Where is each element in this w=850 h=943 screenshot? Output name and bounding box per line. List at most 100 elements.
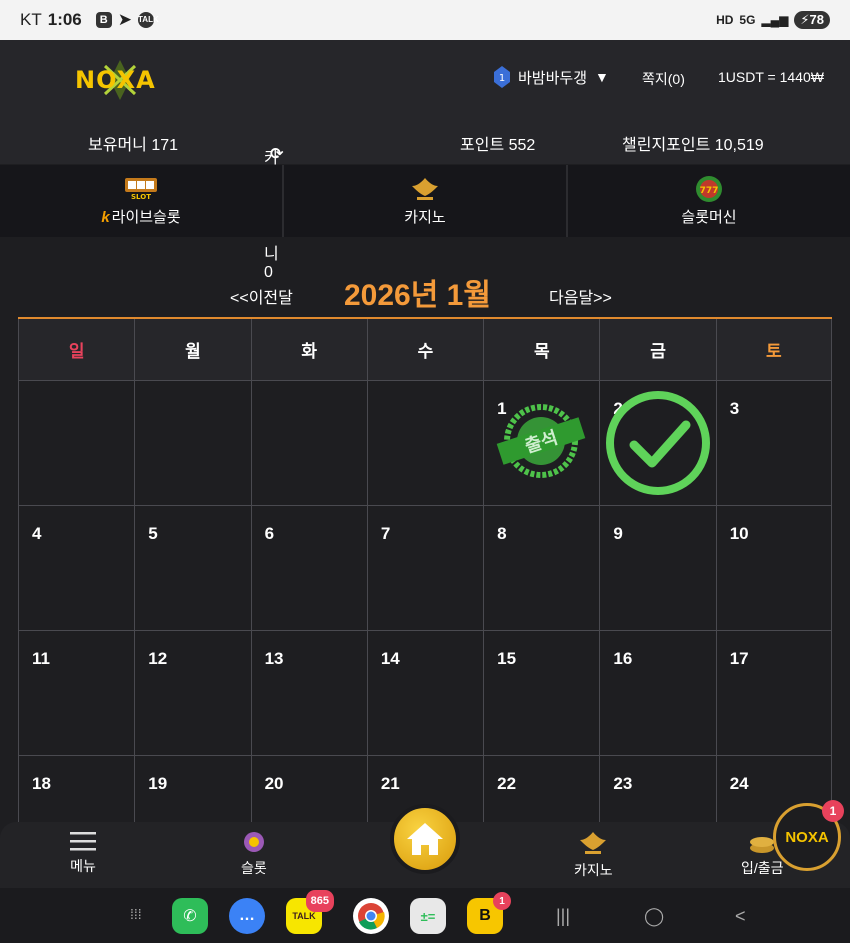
slot-nav-icon (243, 832, 264, 852)
day-cell[interactable]: 1 출석 (483, 381, 600, 506)
game-category-bar: SLOT k 라이브슬롯 카지노 777 슬롯머신 (0, 165, 850, 237)
day-cell[interactable]: 13 (250, 631, 367, 756)
day-cell[interactable]: 16 (599, 631, 716, 756)
tab-slot-machine[interactable]: 777 슬롯머신 (568, 165, 850, 237)
messages-app-icon[interactable]: … (229, 898, 265, 934)
prev-month-button[interactable]: <<이전달 (230, 284, 293, 308)
casino-crown-icon (580, 832, 607, 854)
day-cell[interactable]: 6 (250, 506, 367, 631)
b-app-icon[interactable]: B 1 (467, 892, 511, 934)
home-system-icon[interactable]: ◯ (644, 906, 664, 927)
site-header: NOXA 1 바밤바두갱 ▼ 쪽지(0) 1USDT = 1440₩ (0, 40, 850, 118)
calendar-week-1: 1 출석 2 3 (18, 381, 832, 506)
day-number: 24 (729, 774, 749, 793)
day-cell[interactable]: 15 (483, 631, 600, 756)
day-number: 15 (497, 649, 517, 668)
calendar-week-2: 4 5 6 7 8 9 10 (18, 506, 832, 631)
carrier: KT (20, 10, 42, 29)
day-number: 6 (264, 524, 275, 543)
messages-link[interactable]: 쪽지(0) (642, 69, 685, 89)
svg-text:777: 777 (700, 186, 719, 196)
clock: 1:06 (47, 10, 82, 29)
day-number: 5 (148, 524, 158, 543)
bottom-navigation: 메뉴 슬롯 카지노 입/출금 (0, 804, 850, 888)
check-circle-icon (606, 391, 711, 495)
nav-label: 메뉴 (70, 858, 96, 874)
hd-icon: HD (716, 13, 734, 27)
b-app-notification-icon: B (95, 12, 112, 28)
day-cell[interactable]: 11 (18, 631, 135, 756)
next-month-button[interactable]: 다음달>> (549, 284, 612, 308)
day-number: 8 (497, 524, 507, 543)
attendance-calendar: 일 월 화 수 목 금 토 1 출석 2 3 4 5 6 7 8 9 10 11… (18, 317, 832, 881)
day-cell-empty (366, 381, 484, 506)
day-number: 17 (729, 649, 749, 668)
home-icon (407, 823, 443, 855)
day-cell[interactable]: 3 (715, 381, 832, 506)
day-number: 9 (613, 524, 623, 543)
nav-label: 입/출금 (741, 860, 784, 876)
day-cell[interactable]: 2 (599, 381, 716, 506)
chrome-app-icon[interactable] (353, 898, 389, 934)
app-badge: 865 (305, 890, 334, 912)
casino-nav-button[interactable]: 카지노 (574, 830, 613, 880)
app-drawer-icon[interactable]: ⁞⁞⁞ (130, 906, 142, 922)
day-cell[interactable]: 4 (18, 506, 135, 631)
tab-live-slot[interactable]: SLOT k 라이브슬롯 (0, 165, 284, 237)
day-cell[interactable]: 17 (715, 631, 832, 756)
attendance-stamp-icon: 출석 (496, 404, 586, 478)
tab-label: 슬롯머신 (681, 208, 737, 226)
coins-icon (750, 837, 775, 853)
app-badge: 1 (493, 892, 511, 910)
holding-money: 보유머니 171 (88, 137, 179, 154)
home-button[interactable] (390, 804, 460, 874)
day-number: 19 (148, 774, 168, 793)
points: 포인트 552 (460, 137, 536, 154)
day-number: 3 (729, 399, 740, 418)
weekday-sat: 토 (715, 319, 832, 381)
day-cell[interactable]: 5 (134, 506, 251, 631)
day-number: 12 (148, 649, 168, 668)
weekday-wed: 수 (366, 319, 484, 381)
back-icon[interactable]: < (735, 906, 746, 927)
day-number: 16 (613, 649, 633, 668)
day-cell[interactable]: 12 (134, 631, 251, 756)
menu-button[interactable]: 메뉴 (70, 830, 96, 876)
android-dock: ⁞⁞⁞ ✆ … TALK 865 ±= B 1 ||| ◯ < (0, 888, 850, 943)
weekday-tue: 화 (250, 319, 367, 381)
hamburger-menu-icon (70, 832, 96, 851)
calendar-week-3: 11 12 13 14 15 16 17 (18, 631, 832, 756)
user-menu[interactable]: 1 바밤바두갱 ▼ (494, 66, 609, 88)
month-title: 2026년 1월 (344, 279, 491, 312)
refresh-icon[interactable]: ⟳ (270, 144, 283, 164)
signal-icon: ▂▄▆ (761, 13, 789, 27)
slot-machine-icon: SLOT (124, 176, 158, 202)
username: 바밤바두갱 (518, 69, 588, 87)
floating-logo-button[interactable]: NOXA 1 (773, 800, 844, 871)
weekday-mon: 월 (134, 319, 251, 381)
phone-app-icon[interactable]: ✆ (172, 898, 208, 934)
balance-bar: 보유머니 171 카지노머니 0⟳ 포인트 552 챌린지포인트 10,519 (0, 118, 850, 281)
kakaotalk-app-icon[interactable]: TALK 865 (286, 890, 334, 934)
logo-text: NOXA (75, 66, 156, 94)
day-cell[interactable]: 8 (483, 506, 600, 631)
day-number: 22 (497, 774, 517, 793)
recent-apps-icon[interactable]: ||| (556, 906, 570, 927)
calculator-app-icon[interactable]: ±= (410, 898, 446, 934)
weekday-fri: 금 (599, 319, 716, 381)
slot-nav-button[interactable]: 슬롯 (241, 830, 267, 878)
day-cell[interactable]: 10 (715, 506, 832, 631)
day-cell[interactable]: 14 (366, 631, 484, 756)
day-cell-empty (134, 381, 251, 506)
weekday-sun: 일 (18, 319, 135, 381)
day-number: 13 (264, 649, 284, 668)
day-cell-empty (250, 381, 367, 506)
svg-text:SLOT: SLOT (131, 193, 151, 201)
weekday-header: 일 월 화 수 목 금 토 (18, 319, 832, 381)
tab-casino[interactable]: 카지노 (284, 165, 568, 237)
day-cell[interactable]: 7 (366, 506, 484, 631)
challenge-points: 챌린지포인트 10,519 (622, 137, 764, 154)
day-cell[interactable]: 9 (599, 506, 716, 631)
site-logo[interactable]: NOXA (75, 58, 165, 102)
slot-777-icon: 777 (695, 175, 723, 202)
